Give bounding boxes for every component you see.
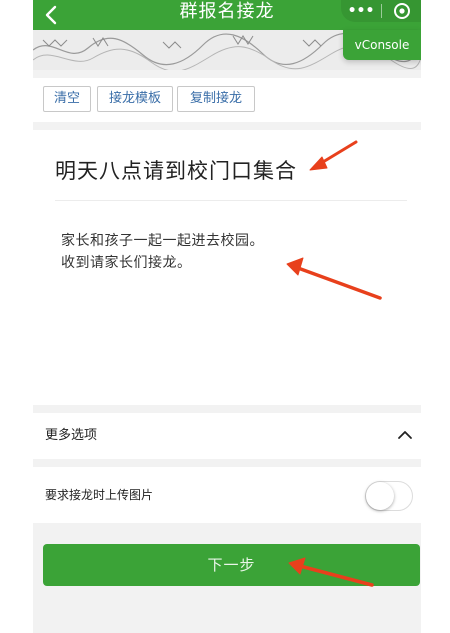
action-toolbar: 清空 接龙模板 复制接龙 (33, 78, 421, 122)
divider (55, 200, 407, 201)
clear-button[interactable]: 清空 (43, 86, 91, 112)
body-line: 家长和孩子一起一起进去校园。 (61, 233, 264, 249)
target-circle-icon (393, 3, 410, 19)
close-button[interactable] (382, 0, 421, 22)
title-input[interactable]: 明天八点请到校门口集合 (55, 155, 297, 185)
nav-bar: 群报名接龙 ••• (33, 0, 421, 30)
next-button[interactable]: 下一步 (43, 544, 420, 586)
template-button[interactable]: 接龙模板 (97, 86, 173, 112)
chevron-up-icon (398, 431, 412, 439)
toggle-knob (366, 482, 394, 510)
vconsole-button[interactable]: vConsole (343, 30, 421, 60)
mini-program-capsule: ••• (341, 0, 421, 22)
content-card: 明天八点请到校门口集合 家长和孩子一起一起进去校园。 收到请家长们接龙。 (33, 130, 421, 405)
more-options-row[interactable]: 更多选项 (33, 413, 421, 459)
upload-image-label: 要求接龙时上传图片 (45, 488, 154, 502)
copy-button[interactable]: 复制接龙 (177, 86, 255, 112)
upload-image-row: 要求接龙时上传图片 (33, 467, 421, 523)
phone-screen: 群报名接龙 ••• vConsole 清空 接龙模板 复制接龙 明天八点请到校门… (33, 0, 421, 633)
body-line: 收到请家长们接龙。 (61, 255, 192, 271)
body-textarea[interactable]: 家长和孩子一起一起进去校园。 收到请家长们接龙。 (61, 230, 264, 274)
upload-image-toggle[interactable] (365, 481, 413, 511)
more-dots-icon[interactable]: ••• (341, 0, 381, 22)
more-options-label: 更多选项 (45, 428, 98, 443)
